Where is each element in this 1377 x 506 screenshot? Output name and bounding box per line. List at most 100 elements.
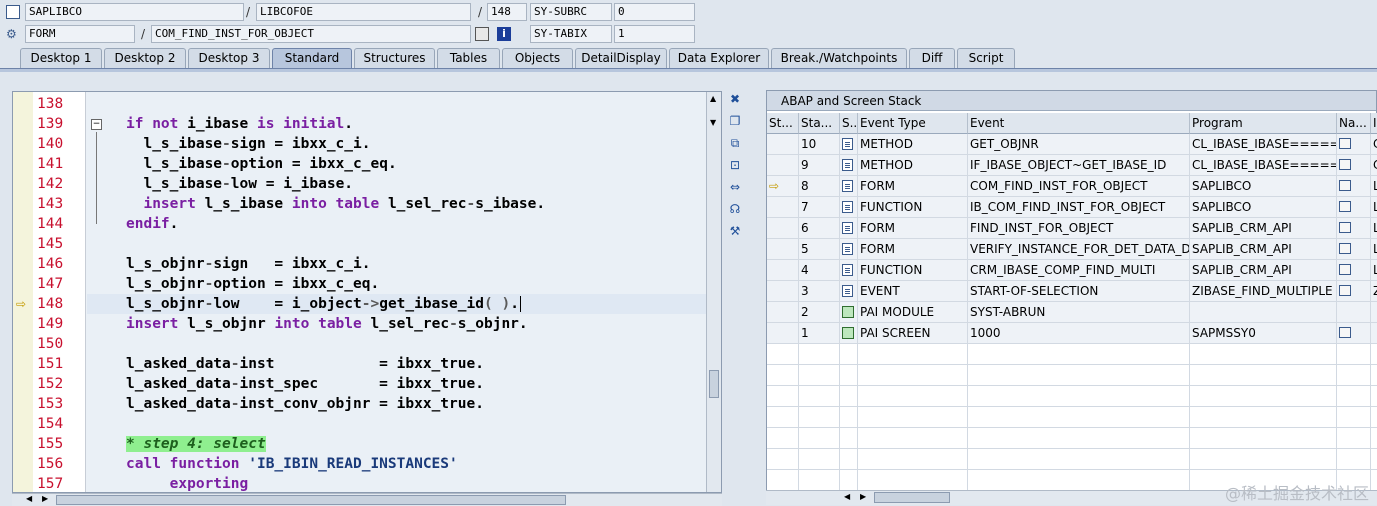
swap-icon[interactable]: ⇔ (726, 180, 744, 196)
line-number: 139 (37, 116, 64, 132)
stack-row[interactable]: 5 FORM VERIFY_INSTANCE_FOR_DET_DATA_D SAPLI… (767, 239, 1377, 260)
navigate-cell[interactable] (1337, 260, 1371, 281)
tab-desktop-1[interactable]: Desktop 1 (20, 48, 102, 68)
line-number: 140 (37, 136, 64, 152)
tab-structures[interactable]: Structures (354, 48, 435, 68)
empty-cell (1190, 428, 1337, 449)
code-line[interactable]: l_s_objnr-option = ibxx_c_eq. (87, 274, 707, 294)
column-header[interactable]: Event Type (858, 113, 968, 134)
scroll-thumb[interactable] (56, 495, 566, 505)
code-line[interactable]: l_asked_data-inst_conv_objnr = ibxx_true… (87, 394, 707, 414)
code-line[interactable] (87, 94, 707, 114)
tools-icon[interactable]: ⚒ (726, 224, 744, 240)
navigate-icon[interactable] (1339, 264, 1351, 275)
column-header[interactable]: Sta... (799, 113, 840, 134)
collapse-block-icon[interactable]: − (91, 119, 102, 130)
tab-desktop-3[interactable]: Desktop 3 (188, 48, 270, 68)
navigate-cell[interactable] (1337, 176, 1371, 197)
editor-horizontal-scrollbar[interactable]: ◀ ▶ (12, 493, 722, 506)
code-line[interactable] (87, 234, 707, 254)
navigate-cell[interactable] (1337, 155, 1371, 176)
stack-row[interactable]: 9 METHOD IF_IBASE_OBJECT~GET_IBASE_ID CL_IB… (767, 155, 1377, 176)
stack-row[interactable]: 6 FORMFIND_INST_FOR_OBJECTSAPLIB_CRM_API L… (767, 218, 1377, 239)
stack-row[interactable]: 4 FUNCTION CRM_IBASE_COMP_FIND_MULTI SAPLIB… (767, 260, 1377, 281)
code-line[interactable]: insert l_s_ibase into table l_sel_rec-s_… (87, 194, 707, 214)
tab-standard[interactable]: Standard (272, 48, 352, 68)
copy-icon[interactable]: ⧉ (726, 136, 744, 152)
info-icon[interactable]: i (497, 27, 511, 41)
navigate-cell[interactable] (1337, 197, 1371, 218)
stack-row[interactable]: 10 METHODGET_OBJNRCL_IBASE_IBASE=====... C… (767, 134, 1377, 155)
stack-row[interactable]: 2 PAI MODULE SYST-ABRUN (767, 302, 1377, 323)
code-line[interactable]: l_s_ibase-low = i_ibase. (87, 174, 707, 194)
new-window-icon[interactable]: ❐ (726, 114, 744, 130)
tab-script[interactable]: Script (957, 48, 1015, 68)
navigate-cell[interactable] (1337, 281, 1371, 302)
scroll-right-icon[interactable]: ▶ (860, 492, 866, 501)
navigate-cell[interactable] (1337, 218, 1371, 239)
code-area[interactable]: if not i_ibase is initial. l_s_ibase-sig… (87, 92, 707, 492)
code-line[interactable] (87, 334, 707, 354)
code-line[interactable]: l_s_ibase-option = ibxx_c_eq. (87, 154, 707, 174)
stack-row[interactable]: 1 PAI SCREEN 1000 SAPMSSY0 (767, 323, 1377, 344)
column-header[interactable]: Program (1190, 113, 1337, 134)
navigate-icon[interactable] (1339, 159, 1351, 170)
code-line[interactable]: l_s_ibase-sign = ibxx_c_i. (87, 134, 707, 154)
include-cell: LI (1371, 239, 1377, 260)
column-header[interactable]: Event (968, 113, 1190, 134)
code-line[interactable] (87, 414, 707, 434)
code-line[interactable]: if not i_ibase is initial. (87, 114, 707, 134)
column-header[interactable]: In (1371, 113, 1377, 134)
navigate-icon[interactable] (1339, 243, 1351, 254)
scroll-down-icon[interactable]: ▼ (710, 118, 716, 127)
navigate-icon[interactable] (1339, 327, 1351, 338)
tab-desktop-2[interactable]: Desktop 2 (104, 48, 186, 68)
code-line[interactable]: l_s_objnr-sign = ibxx_c_i. (87, 254, 707, 274)
code-line[interactable]: endif. (87, 214, 707, 234)
navigate-icon[interactable] (1339, 201, 1351, 212)
scroll-thumb[interactable] (874, 492, 950, 503)
stack-row[interactable]: ⇨ 8 FORMCOM_FIND_INST_FOR_OBJECTSAPLIBCO LI (767, 176, 1377, 197)
include-cell: LI (1371, 197, 1377, 218)
navigate-cell[interactable] (1337, 239, 1371, 260)
maximize-icon[interactable]: ⊡ (726, 158, 744, 174)
close-icon[interactable]: ✖ (726, 92, 744, 108)
stack-row[interactable]: 3 EVENT START-OF-SELECTION ZIBASE_FIND_MULT… (767, 281, 1377, 302)
code-line[interactable]: l_asked_data-inst = ibxx_true. (87, 354, 707, 374)
tab-detaildisplay[interactable]: DetailDisplay (575, 48, 667, 68)
code-line[interactable]: * step 4: select (87, 434, 707, 454)
navigate-cell[interactable] (1337, 323, 1371, 344)
column-header[interactable]: Na... (1337, 113, 1371, 134)
navigate-icon[interactable] (1339, 138, 1351, 149)
navigate-cell[interactable] (1337, 134, 1371, 155)
breakpoint-gutter[interactable] (13, 92, 33, 492)
headset-icon[interactable]: ☊ (726, 202, 744, 218)
scroll-left-icon[interactable]: ◀ (844, 492, 850, 501)
tab-break-watchpoints[interactable]: Break./Watchpoints (771, 48, 907, 68)
code-line[interactable]: call function 'IB_IBIN_READ_INSTANCES' (87, 454, 707, 474)
scroll-up-icon[interactable]: ▲ (710, 94, 716, 103)
navigate-icon[interactable] (1339, 180, 1351, 191)
code-line[interactable]: insert l_s_objnr into table l_sel_rec-s_… (87, 314, 707, 334)
scroll-left-icon[interactable]: ◀ (26, 494, 32, 503)
navigate-icon[interactable] (1339, 222, 1351, 233)
code-line[interactable]: l_s_objnr-low = i_object->get_ibase_id( … (87, 294, 707, 314)
display-icon[interactable] (475, 27, 489, 41)
tab-diff[interactable]: Diff (909, 48, 955, 68)
editor-vertical-scrollbar[interactable]: ▲ ▼ (706, 92, 721, 492)
code-editor[interactable]: if not i_ibase is initial. l_s_ibase-sig… (12, 91, 722, 493)
tab-data-explorer[interactable]: Data Explorer (669, 48, 769, 68)
navigate-cell[interactable] (1337, 302, 1371, 323)
tab-objects[interactable]: Objects (502, 48, 573, 68)
code-line[interactable]: exporting (87, 474, 707, 492)
scroll-right-icon[interactable]: ▶ (42, 494, 48, 503)
column-header[interactable]: S... (840, 113, 858, 134)
tab-tables[interactable]: Tables (437, 48, 500, 68)
column-header[interactable]: St... (767, 113, 799, 134)
scroll-thumb[interactable] (709, 370, 719, 398)
stack-row[interactable]: 7 FUNCTION IB_COM_FIND_INST_FOR_OBJECT SAPL… (767, 197, 1377, 218)
navigate-icon[interactable] (1339, 285, 1351, 296)
empty-cell (1337, 344, 1371, 365)
sysvar-value-2: 1 (614, 25, 695, 43)
code-line[interactable]: l_asked_data-inst_spec = ibxx_true. (87, 374, 707, 394)
